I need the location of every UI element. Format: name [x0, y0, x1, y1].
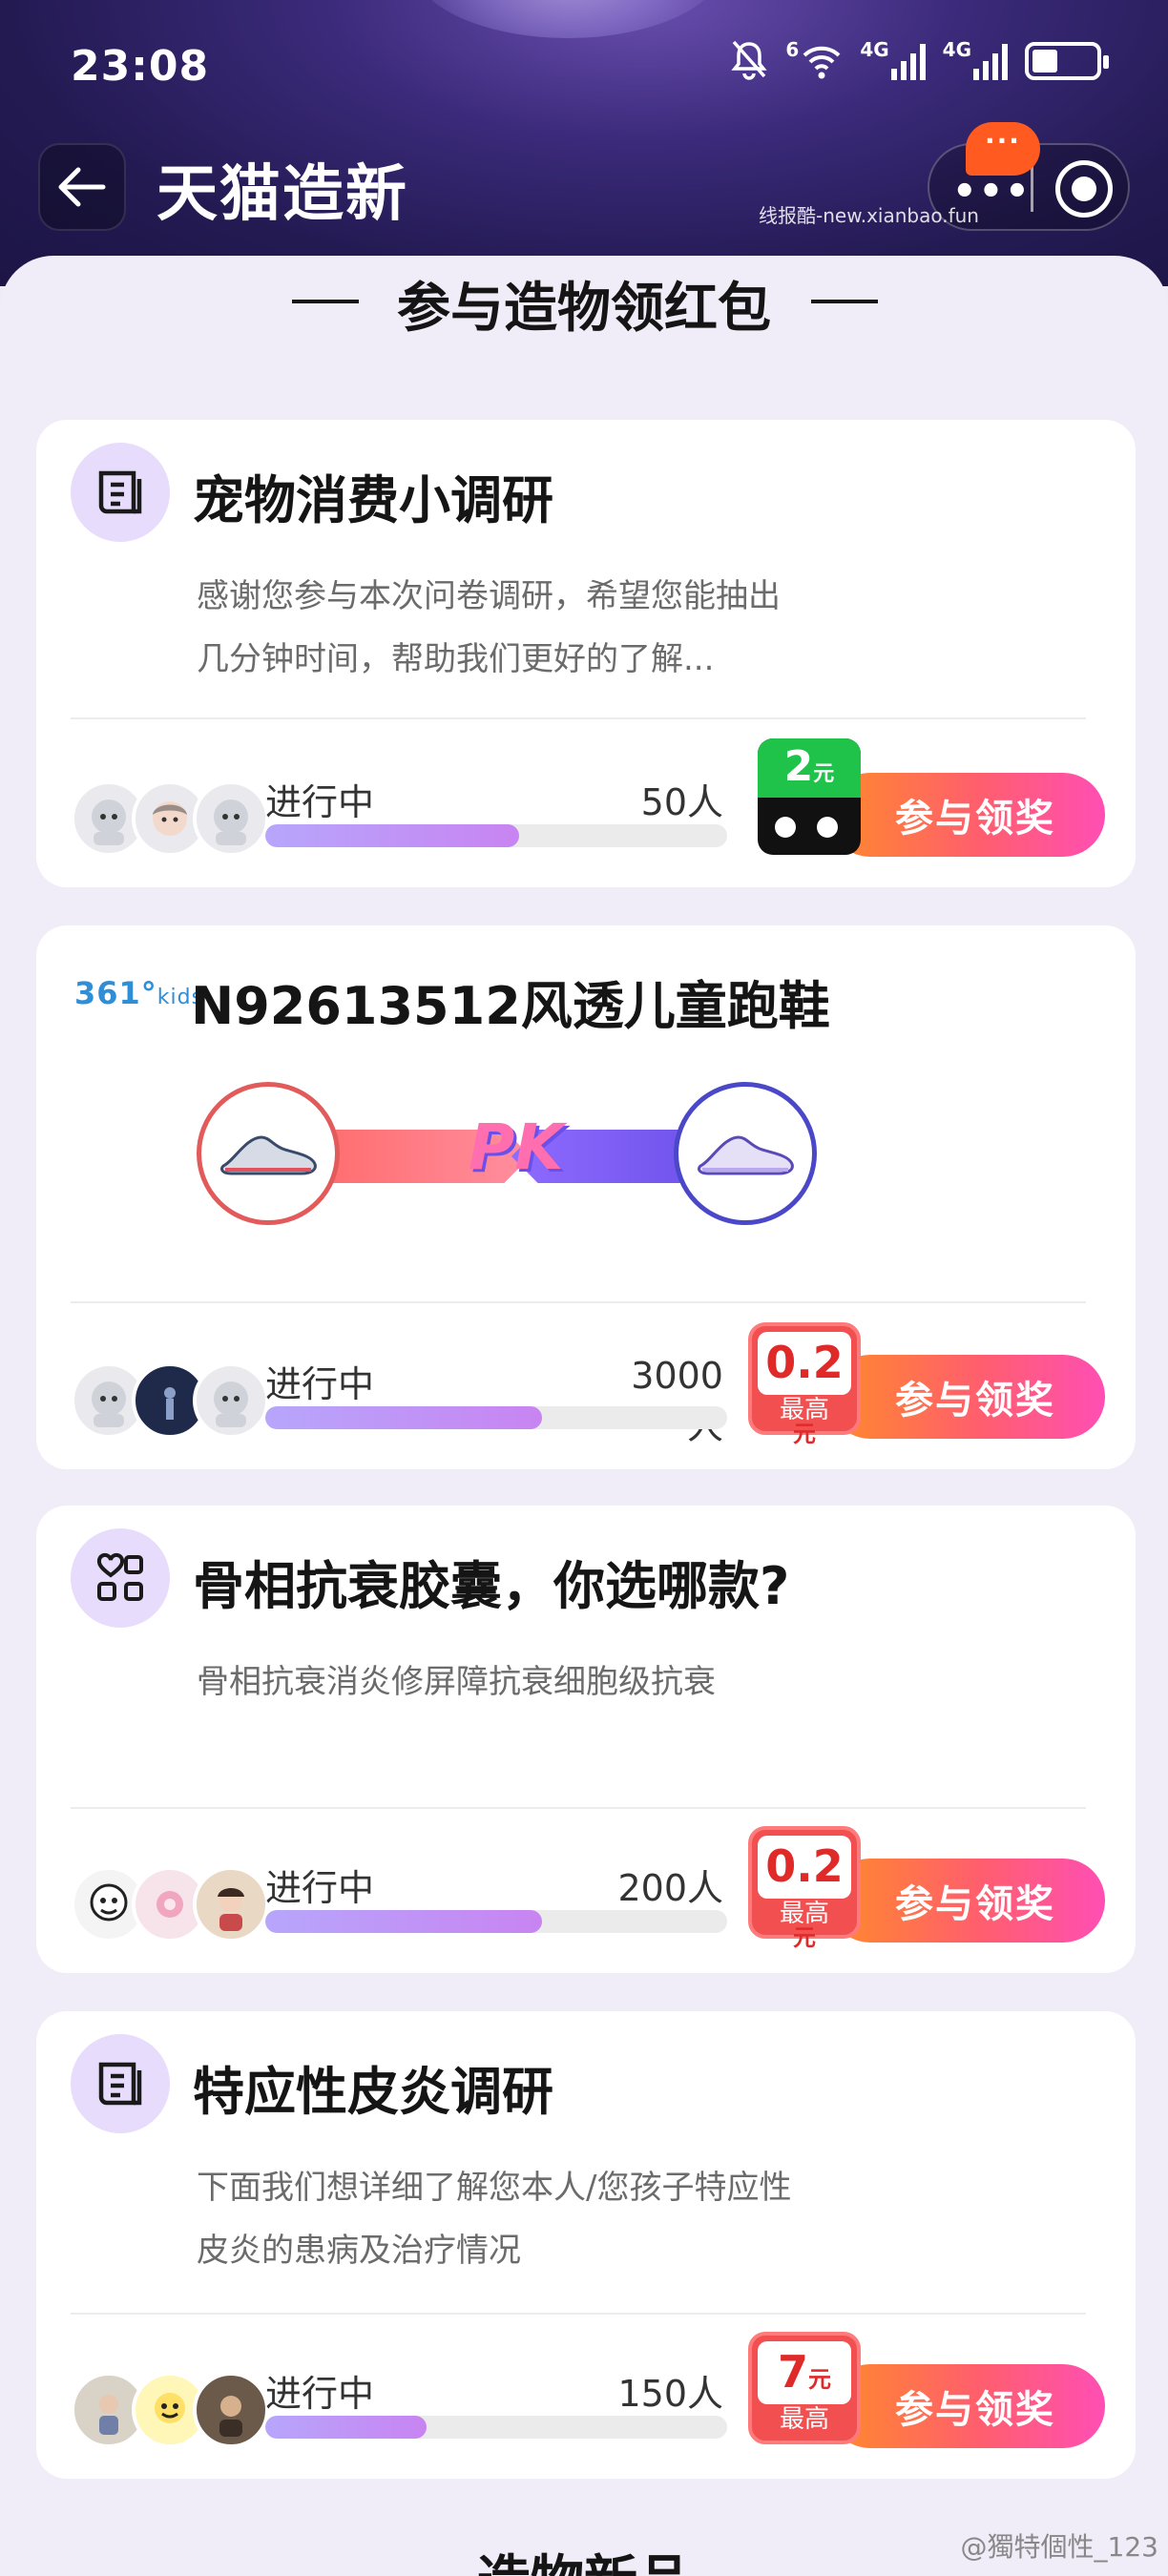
reward-amount: 0.2	[765, 1840, 844, 1892]
progress-bar	[265, 1406, 727, 1429]
join-reward-button[interactable]: 参与领奖	[828, 2364, 1105, 2448]
status-time: 23:08	[71, 42, 210, 91]
notification-badge: ···	[966, 122, 1040, 176]
reward-badge: 0.2元 最高	[748, 1322, 861, 1447]
scroll-icon	[71, 2034, 170, 2133]
status-bar: 23:08 6 4G 4G	[0, 0, 1168, 134]
status-text: 进行中	[265, 1363, 375, 1405]
card-title: 宠物消费小调研	[193, 470, 553, 530]
participant-avatars	[71, 780, 269, 857]
back-button[interactable]	[38, 143, 126, 231]
status-text: 进行中	[265, 1867, 375, 1909]
status-icons: 6 4G 4G	[730, 38, 1109, 80]
progress-bar	[265, 1910, 727, 1933]
tmall-cat-icon	[775, 817, 838, 838]
participant-count: 50人	[640, 781, 723, 823]
signal-2-label: 4G	[942, 38, 971, 61]
participant-count: 200人	[617, 1867, 723, 1909]
mute-icon	[730, 38, 768, 80]
reward-badge: 7元 最高	[748, 2332, 861, 2444]
reward-badge: 2元	[758, 738, 861, 855]
signal-icon-2: 4G	[943, 38, 1008, 80]
avatar	[193, 1362, 269, 1439]
card-description: 骨相抗衰消炎修屏障抗衰细胞级抗衰	[197, 1663, 716, 1701]
task-card-pet-survey[interactable]: 宠物消费小调研 感谢您参与本次问卷调研，希望您能抽出几分钟时间，帮助我们更好的了…	[36, 420, 1136, 887]
join-reward-button[interactable]: 参与领奖	[828, 1859, 1105, 1942]
reward-note: 最高	[779, 1396, 829, 1424]
close-miniprogram-icon[interactable]	[1055, 160, 1113, 218]
reward-note: 最高	[779, 1900, 829, 1928]
reward-unit: 元	[808, 2366, 831, 2393]
signal-1-label: 4G	[860, 38, 889, 61]
task-card-shoe-pk[interactable]: 361°kids N92613512风透儿童跑鞋 PK 进行中 3000人 参与…	[36, 925, 1136, 1469]
reward-note: 最高	[779, 2405, 829, 2434]
join-reward-button[interactable]: 参与领奖	[828, 1355, 1105, 1439]
weibo-watermark: @獨特個性_123	[960, 2531, 1158, 2563]
battery-icon	[1025, 38, 1109, 80]
progress-bar	[265, 2416, 727, 2439]
reward-amount: 7	[777, 2346, 808, 2398]
card-title: N92613512风透儿童跑鞋	[191, 976, 830, 1036]
participant-count: 150人	[617, 2373, 723, 2415]
card-title: 骨相抗衰胶囊，你选哪款?	[193, 1556, 790, 1616]
watermark-text: 线报酷-new.xianbao.fun	[759, 204, 979, 227]
participant-count: 3000人	[631, 1355, 723, 1447]
avatar	[193, 1866, 269, 1942]
card-title: 特应性皮炎调研	[193, 2062, 553, 2122]
section-title: 参与造物领红包	[0, 265, 1168, 343]
shoe-icon	[219, 1135, 317, 1175]
avatar	[193, 780, 269, 857]
wifi-label: 6	[785, 38, 800, 61]
status-text: 进行中	[265, 2373, 375, 2415]
task-card-dermatitis-survey[interactable]: 特应性皮炎调研 下面我们想详细了解您本人/您孩子特应性皮炎的患病及治疗情况 进行…	[36, 2011, 1136, 2479]
participant-avatars	[71, 1866, 269, 1942]
status-text: 进行中	[265, 781, 375, 823]
reward-badge: 0.2元 最高	[748, 1826, 861, 1951]
page-title: 天猫造新	[156, 159, 408, 230]
card-description: 下面我们想详细了解您本人/您孩子特应性皮炎的患病及治疗情况	[197, 2169, 792, 2270]
shoe-option-right[interactable]	[674, 1082, 817, 1225]
card-description: 感谢您参与本次问卷调研，希望您能抽出几分钟时间，帮助我们更好的了解...	[197, 577, 781, 678]
grid-heart-icon	[71, 1528, 170, 1628]
brand-logo: 361°kids	[74, 975, 203, 1011]
reward-amount: 2	[783, 742, 814, 791]
brand-name: 361°	[74, 975, 157, 1011]
reward-amount: 0.2	[765, 1337, 844, 1388]
signal-icon-1: 4G	[860, 38, 926, 80]
participant-avatars	[71, 1362, 269, 1439]
participant-avatars	[71, 2372, 269, 2448]
reward-unit: 元	[813, 762, 835, 786]
task-card-capsule-vote[interactable]: 骨相抗衰胶囊，你选哪款? 骨相抗衰消炎修屏障抗衰细胞级抗衰 进行中 200人 参…	[36, 1506, 1136, 1973]
wifi-icon: 6	[785, 38, 843, 80]
shoe-option-left[interactable]	[197, 1082, 340, 1225]
arrow-left-icon	[58, 167, 106, 207]
avatar	[193, 2372, 269, 2448]
join-reward-button[interactable]: 参与领奖	[828, 773, 1105, 857]
pk-label: PK	[469, 1111, 564, 1184]
pk-comparison: PK	[197, 1082, 845, 1225]
shoe-icon	[697, 1135, 794, 1175]
scroll-icon	[71, 443, 170, 542]
progress-bar	[265, 824, 727, 847]
